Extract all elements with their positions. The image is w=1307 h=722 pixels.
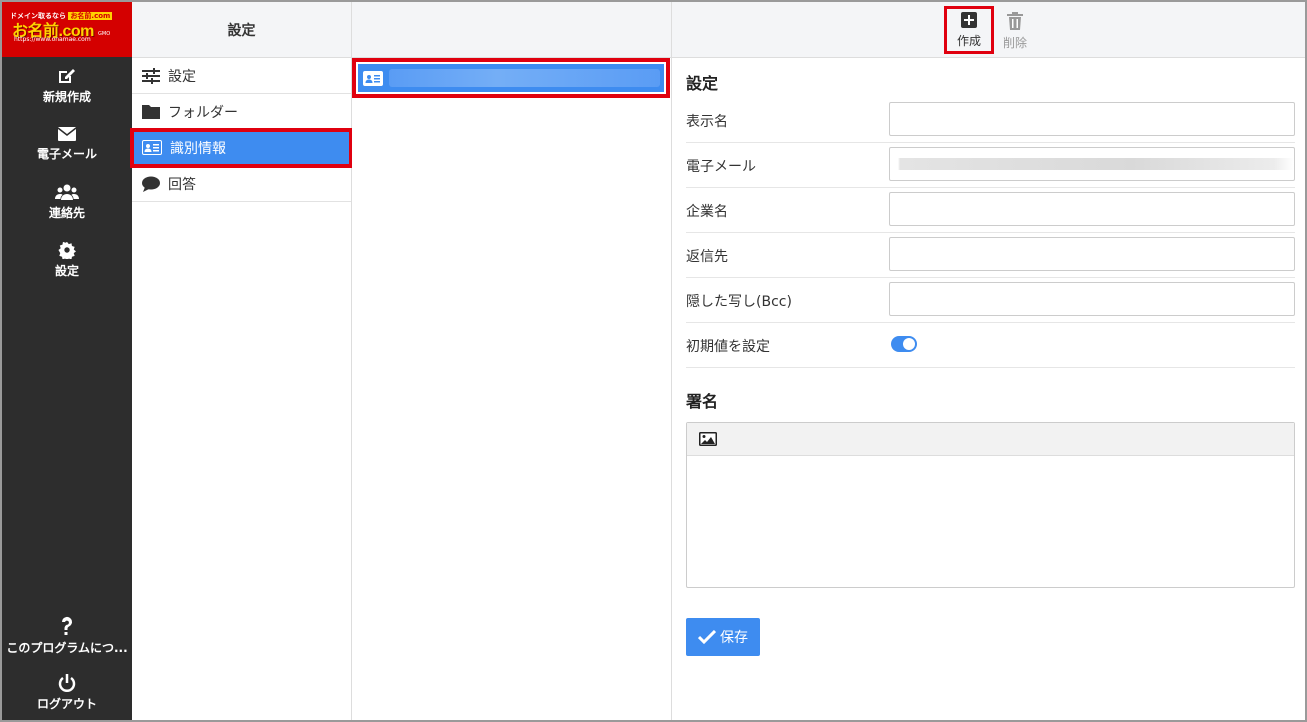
display-name-input[interactable] [889, 102, 1295, 136]
settings-item-label: フォルダー [168, 104, 238, 121]
delete-button-label: 削除 [1002, 36, 1027, 50]
id-card-icon [363, 70, 383, 86]
nav-mail-label: 電子メール [36, 147, 97, 161]
identity-form: 設定 表示名 電子メール 企業名 返信先 隠した写し(Bcc) 初期値を設定 署… [686, 70, 1295, 656]
set-default-label: 初期値を設定 [686, 339, 770, 355]
question-icon [61, 616, 72, 635]
display-name-label: 表示名 [686, 114, 728, 130]
identity-list-item[interactable] [352, 58, 670, 98]
create-button-label: 作成 [956, 34, 981, 48]
settings-item-label: 設定 [168, 68, 196, 85]
identity-list-header [352, 2, 671, 58]
nav-logout[interactable]: ログアウト [2, 674, 132, 712]
signature-textarea[interactable] [687, 456, 1294, 587]
reply-to-row: 返信先 [686, 233, 1295, 278]
settings-item-responses[interactable]: 回答 [132, 166, 351, 202]
settings-item-folders[interactable]: フォルダー [132, 94, 351, 130]
set-default-row: 初期値を設定 [686, 323, 1295, 368]
checkmark-icon [698, 630, 716, 644]
email-label: 電子メール [686, 159, 756, 175]
power-icon [58, 674, 76, 692]
nav-contacts[interactable]: 連絡先 [2, 183, 132, 221]
email-input[interactable] [889, 147, 1295, 181]
image-icon[interactable] [699, 432, 717, 446]
settings-item-label: 回答 [168, 176, 196, 193]
signature-section-title: 署名 [686, 392, 719, 411]
settings-item-label: 識別情報 [170, 140, 226, 157]
nav-contacts-label: 連絡先 [48, 206, 85, 220]
sliders-icon [142, 67, 160, 84]
organization-row: 企業名 [686, 188, 1295, 233]
create-button[interactable]: 作成 [944, 6, 994, 54]
settings-column-title: 設定 [132, 2, 351, 58]
folder-icon [142, 105, 160, 119]
set-default-toggle[interactable] [891, 336, 917, 352]
main-nav: ドメイン取るなら お名前.com お名前.com https://www.ona… [2, 2, 132, 720]
logo-url: https://www.onamae.com [14, 36, 91, 43]
signature-editor [686, 422, 1295, 588]
bcc-label: 隠した写し(Bcc) [686, 294, 792, 310]
plus-square-icon [961, 12, 977, 28]
speech-bubble-icon [142, 176, 160, 192]
organization-label: 企業名 [686, 204, 728, 220]
identity-name-redacted [389, 69, 660, 87]
delete-button[interactable]: 削除 [990, 6, 1040, 54]
logo-brand: GMO [98, 31, 111, 37]
gear-icon [58, 241, 76, 259]
nav-settings[interactable]: 設定 [2, 241, 132, 279]
nav-mail[interactable]: 電子メール [2, 126, 132, 162]
email-row: 電子メール [686, 143, 1295, 188]
bcc-row: 隠した写し(Bcc) [686, 278, 1295, 323]
settings-section-title: 設定 [686, 74, 719, 93]
reply-to-label: 返信先 [686, 249, 728, 265]
nav-about-label: このプログラムにつ... [6, 641, 128, 655]
reply-to-input[interactable] [889, 237, 1295, 271]
identity-list-column [352, 2, 672, 720]
users-icon [55, 184, 79, 200]
identity-list-item-body [358, 64, 664, 92]
brand-logo[interactable]: ドメイン取るなら お名前.com お名前.com https://www.ona… [2, 2, 132, 57]
nav-compose-label: 新規作成 [42, 90, 91, 104]
organization-input[interactable] [889, 192, 1295, 226]
nav-settings-label: 設定 [54, 264, 79, 278]
id-card-icon [142, 140, 162, 155]
signature-editor-toolbar [687, 423, 1294, 456]
nav-about[interactable]: このプログラムにつ... [2, 616, 132, 656]
display-name-row: 表示名 [686, 98, 1295, 143]
envelope-icon [57, 127, 77, 141]
save-button-label: 保存 [720, 630, 748, 646]
trash-icon [1007, 12, 1023, 30]
settings-column: 設定 設定 フォルダー 識別情報 回答 [130, 2, 353, 720]
nav-logout-label: ログアウト [36, 697, 97, 711]
toolbar: 作成 削除 [672, 2, 1305, 58]
compose-icon [59, 69, 75, 83]
nav-compose[interactable]: 新規作成 [2, 67, 132, 105]
bcc-input[interactable] [889, 282, 1295, 316]
settings-item-identities[interactable]: 識別情報 [130, 128, 353, 168]
settings-item-preferences[interactable]: 設定 [132, 58, 351, 94]
save-button[interactable]: 保存 [686, 618, 760, 656]
